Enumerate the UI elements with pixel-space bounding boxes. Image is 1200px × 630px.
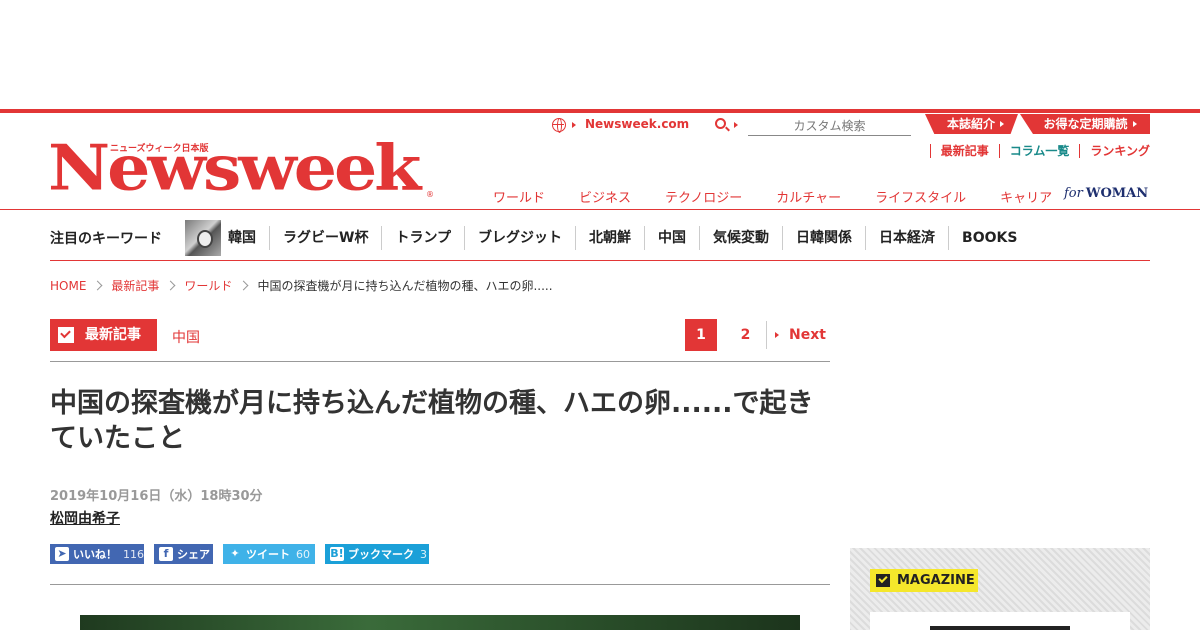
keyword-item[interactable]: 韓国: [228, 226, 270, 250]
keyword-item[interactable]: 気候変動: [700, 226, 784, 250]
main-nav: ワールド ビジネス テクノロジー カルチャー ライフスタイル キャリア: [476, 187, 1069, 206]
keyword-bar-title: 注目のキーワード: [50, 231, 162, 247]
article-headline: 中国の探査機が月に持ち込んだ植物の種、ハエの卵......で起きていたこと: [50, 388, 814, 454]
page-current: 1: [685, 319, 717, 351]
social-divider: [50, 584, 830, 585]
breadcrumb-current: 中国の探査機が月に持ち込んだ植物の種、ハエの卵.....: [257, 279, 553, 293]
article-author[interactable]: 松岡由希子: [50, 508, 120, 528]
keyword-divider: [50, 260, 1150, 261]
hatena-b-icon: B!: [330, 547, 344, 561]
breadcrumb-home[interactable]: HOME: [50, 279, 86, 293]
newsweek-logo[interactable]: Newsweek: [48, 136, 421, 200]
magazine-card[interactable]: [870, 612, 1130, 630]
keyword-item[interactable]: BOOKS: [949, 226, 1030, 250]
nav-culture[interactable]: カルチャー: [759, 187, 858, 206]
breadcrumb-latest[interactable]: 最新記事: [111, 277, 159, 294]
next-page-link[interactable]: Next: [775, 327, 826, 343]
header-divider: [0, 209, 1200, 210]
nav-business[interactable]: ビジネス: [562, 187, 648, 206]
latest-articles-link[interactable]: 最新記事: [929, 144, 999, 158]
globe-icon: [552, 118, 566, 133]
search-icon[interactable]: [715, 118, 726, 129]
keyword-item[interactable]: 日本経済: [866, 226, 950, 250]
thumbs-up-icon: ➤: [55, 547, 69, 561]
subcategory-link[interactable]: 中国: [172, 327, 200, 347]
keyword-item[interactable]: 北朝鮮: [576, 226, 646, 250]
keyword-thumbnail[interactable]: [185, 220, 221, 256]
nav-lifestyle[interactable]: ライフスタイル: [858, 187, 983, 206]
facebook-like-button[interactable]: ➤ いいね！ 116: [50, 544, 144, 564]
keyword-bar: 注目のキーワード 韓国 ラグビーW杯 トランプ ブレグジット 北朝鮮 中国 気候…: [50, 218, 1150, 258]
breadcrumb-world[interactable]: ワールド: [184, 277, 232, 294]
newsweek-com-link[interactable]: Newsweek.com: [585, 117, 689, 131]
header-sub-links: 最新記事 コラム一覧 ランキング: [929, 144, 1150, 158]
keyword-item[interactable]: 日韓関係: [783, 226, 867, 250]
facebook-icon: f: [159, 547, 173, 561]
hatena-bookmark-button[interactable]: B! ブックマーク 3: [325, 544, 429, 564]
registered-mark: ®: [426, 190, 434, 199]
caret-right-icon: [1000, 121, 1004, 127]
keyword-item[interactable]: ブレグジット: [465, 226, 577, 250]
twitter-bird-icon: ✦: [230, 547, 240, 560]
about-magazine-tab[interactable]: 本誌紹介: [925, 114, 1018, 134]
caret-right-icon: [1132, 121, 1137, 127]
chevron-right-icon: [238, 280, 249, 291]
page-link[interactable]: 2: [725, 321, 767, 349]
checkmark-icon: [58, 327, 74, 343]
breadcrumb: HOME 最新記事 ワールド 中国の探査機が月に持ち込んだ植物の種、ハエの卵..…: [50, 277, 553, 294]
caret-right-icon: [775, 332, 779, 338]
tweet-button[interactable]: ✦ ツイート 60: [223, 544, 315, 564]
keyword-item[interactable]: ラグビーW杯: [270, 226, 383, 250]
caret-right-icon: [734, 122, 738, 128]
subscription-tab[interactable]: お得な定期購読: [1020, 114, 1150, 134]
for-woman-link[interactable]: for WOMAN: [1064, 186, 1148, 201]
nav-world[interactable]: ワールド: [476, 187, 562, 206]
magazine-label: MAGAZINE: [870, 569, 978, 592]
chevron-right-icon: [165, 280, 176, 291]
article-image: [80, 615, 800, 630]
nav-technology[interactable]: テクノロジー: [648, 187, 759, 206]
chevron-right-icon: [92, 280, 103, 291]
keyword-item[interactable]: トランプ: [382, 226, 466, 250]
keyword-item[interactable]: 中国: [645, 226, 701, 250]
ranking-link[interactable]: ランキング: [1079, 144, 1150, 158]
nav-career[interactable]: キャリア: [983, 187, 1069, 206]
facebook-share-button[interactable]: f シェア: [154, 544, 213, 564]
category-label[interactable]: 最新記事: [50, 319, 157, 351]
columns-link[interactable]: コラム一覧: [998, 144, 1080, 158]
caret-right-icon: [572, 122, 576, 128]
article-date: 2019年10月16日（水）18時30分: [50, 489, 263, 504]
pagination: 1 2 Next: [685, 319, 826, 351]
checkmark-icon: [876, 574, 890, 587]
category-divider: [50, 361, 830, 362]
search-input[interactable]: [748, 116, 911, 136]
logo-subtitle: ニューズウィーク日本版: [110, 144, 209, 154]
top-red-bar: [0, 109, 1200, 113]
